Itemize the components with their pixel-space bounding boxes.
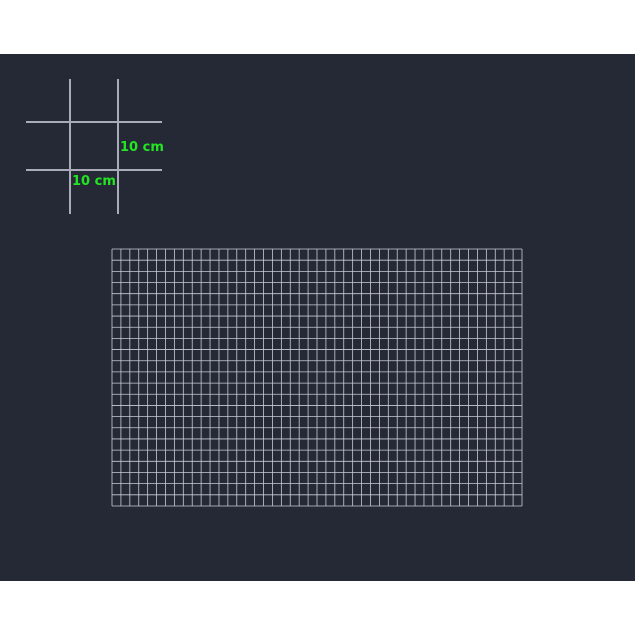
spacing-legend: 10 cm 10 cm xyxy=(26,79,164,214)
horizontal-spacing-label: 10 cm xyxy=(72,174,116,189)
drawing-svg: 10 cm 10 cm xyxy=(26,79,523,507)
drawing-canvas: 10 cm 10 cm xyxy=(0,54,635,581)
reinforcement-mesh xyxy=(111,248,523,507)
vertical-spacing-label: 10 cm xyxy=(120,140,164,155)
